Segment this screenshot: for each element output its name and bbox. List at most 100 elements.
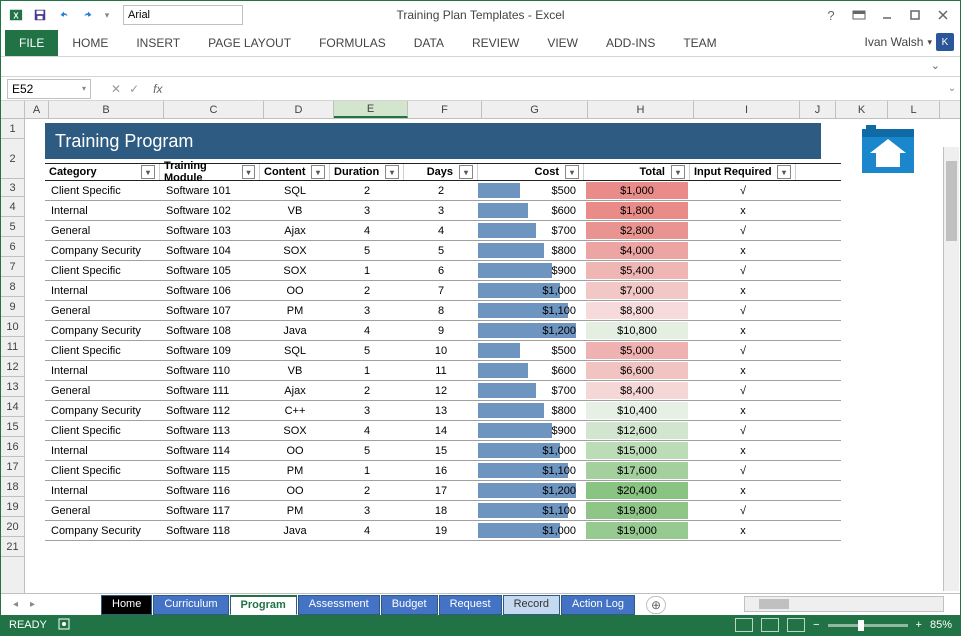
cell[interactable]: Internal [45,481,160,500]
ribbon-tab-review[interactable]: REVIEW [458,30,533,56]
row-header-12[interactable]: 12 [1,357,24,377]
table-row[interactable]: InternalSoftware 110VB111$600$6,600x [45,361,841,381]
cell[interactable]: Internal [45,441,160,460]
cell[interactable]: x [690,481,796,500]
cell[interactable]: Software 114 [160,441,260,460]
table-row[interactable]: Client SpecificSoftware 113SOX414$900$12… [45,421,841,441]
cell[interactable]: Client Specific [45,181,160,200]
cell[interactable]: $8,800 [584,301,690,320]
ribbon-tab-formulas[interactable]: FORMULAS [305,30,400,56]
cell[interactable]: x [690,441,796,460]
cell[interactable]: Software 101 [160,181,260,200]
macro-record-icon[interactable] [57,617,71,634]
row-header-6[interactable]: 6 [1,237,24,257]
cell[interactable]: Client Specific [45,421,160,440]
cell[interactable]: OO [260,481,330,500]
cell[interactable]: $600 [478,361,584,380]
cell[interactable]: Software 115 [160,461,260,480]
cell[interactable]: $700 [478,381,584,400]
cell[interactable]: $600 [478,201,584,220]
cell[interactable]: Software 106 [160,281,260,300]
filter-dropdown-total[interactable]: ▾ [671,165,685,179]
cell[interactable]: Software 109 [160,341,260,360]
sheet-nav-arrows[interactable]: ◂▸ [1,599,41,610]
ribbon-tab-insert[interactable]: INSERT [122,30,194,56]
cell[interactable]: $12,600 [584,421,690,440]
cell[interactable]: Company Security [45,521,160,540]
ribbon-tab-add-ins[interactable]: ADD-INS [592,30,669,56]
cell[interactable]: √ [690,461,796,480]
cell[interactable]: 3 [404,201,478,220]
cell[interactable]: 5 [330,441,404,460]
ribbon-tab-view[interactable]: VIEW [533,30,592,56]
cell[interactable]: x [690,201,796,220]
table-row[interactable]: InternalSoftware 102VB33$600$1,800x [45,201,841,221]
table-row[interactable]: GeneralSoftware 111Ajax212$700$8,400√ [45,381,841,401]
save-icon[interactable] [29,4,51,26]
vertical-scrollbar[interactable] [943,147,959,591]
cell[interactable]: x [690,241,796,260]
zoom-in-icon[interactable]: + [916,619,922,631]
cell[interactable]: C++ [260,401,330,420]
cell[interactable]: x [690,361,796,380]
sheet-tab-record[interactable]: Record [503,595,560,615]
cell[interactable]: Java [260,321,330,340]
cell[interactable]: √ [690,221,796,240]
cell[interactable]: √ [690,501,796,520]
cell[interactable]: $1,000 [478,521,584,540]
cell[interactable]: √ [690,301,796,320]
column-header-L[interactable]: L [888,101,940,118]
cell[interactable]: Software 118 [160,521,260,540]
table-row[interactable]: Company SecuritySoftware 112C++313$800$1… [45,401,841,421]
ribbon-expand-icon[interactable]: ⌄ [931,59,940,72]
filter-dropdown-input-required[interactable]: ▾ [777,165,791,179]
sheet-tab-curriculum[interactable]: Curriculum [153,595,228,615]
cell[interactable]: Software 116 [160,481,260,500]
row-header-9[interactable]: 9 [1,297,24,317]
filter-dropdown-category[interactable]: ▾ [141,165,155,179]
cell[interactable]: $900 [478,261,584,280]
table-row[interactable]: GeneralSoftware 107PM38$1,100$8,800√ [45,301,841,321]
cell[interactable]: 1 [330,461,404,480]
cell[interactable]: $20,400 [584,481,690,500]
cell[interactable]: $5,400 [584,261,690,280]
cell[interactable]: √ [690,381,796,400]
cell[interactable]: 3 [330,401,404,420]
cell[interactable]: Company Security [45,401,160,420]
cell[interactable]: 1 [330,261,404,280]
cell[interactable]: 8 [404,301,478,320]
cell[interactable]: $8,400 [584,381,690,400]
worksheet-grid[interactable]: 123456789101112131415161718192021 Traini… [1,119,960,597]
cell[interactable]: Software 107 [160,301,260,320]
cell[interactable]: 18 [404,501,478,520]
cell[interactable]: Software 104 [160,241,260,260]
cell[interactable]: 4 [330,521,404,540]
redo-icon[interactable] [77,4,99,26]
help-icon[interactable]: ? [818,4,844,26]
zoom-level[interactable]: 85% [930,619,952,631]
cell[interactable]: Software 102 [160,201,260,220]
cell[interactable]: VB [260,201,330,220]
cell[interactable]: 14 [404,421,478,440]
cell[interactable]: 11 [404,361,478,380]
cell[interactable]: $10,800 [584,321,690,340]
excel-icon[interactable]: X [5,4,27,26]
cell[interactable]: 6 [404,261,478,280]
table-row[interactable]: InternalSoftware 106OO27$1,000$7,000x [45,281,841,301]
cell[interactable]: $500 [478,341,584,360]
cell[interactable]: $800 [478,241,584,260]
cell[interactable]: 4 [330,221,404,240]
cell[interactable]: 2 [330,181,404,200]
cell[interactable]: 9 [404,321,478,340]
table-row[interactable]: InternalSoftware 114OO515$1,000$15,000x [45,441,841,461]
maximize-icon[interactable] [902,4,928,26]
cell[interactable]: Company Security [45,321,160,340]
cell[interactable]: General [45,501,160,520]
font-selector[interactable] [123,5,243,25]
cell[interactable]: Client Specific [45,341,160,360]
cell[interactable]: x [690,401,796,420]
row-header-1[interactable]: 1 [1,119,24,139]
cell[interactable]: PM [260,501,330,520]
select-all-corner[interactable] [1,101,25,118]
ribbon-tab-data[interactable]: DATA [400,30,458,56]
